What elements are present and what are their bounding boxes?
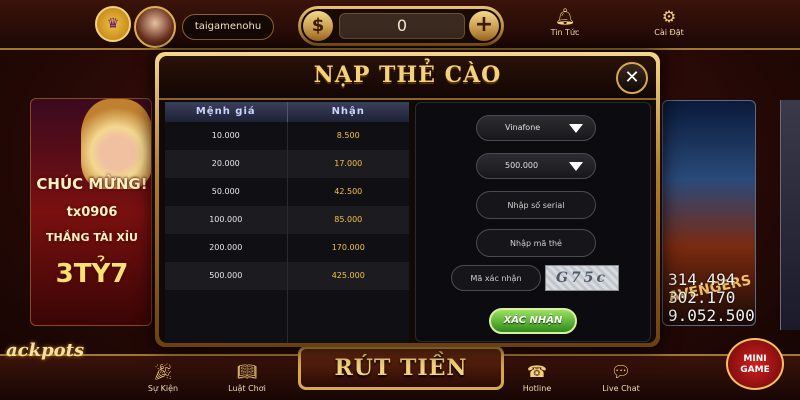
balance-bar: $ 0 + (298, 6, 504, 46)
settings-button[interactable]: ⚙ Cài Đặt (636, 6, 702, 46)
jackpot-value-2: 302.170 (668, 288, 736, 307)
chat-icon: 💬︎ (610, 362, 632, 381)
next-game-banner[interactable] (780, 100, 800, 330)
news-button[interactable]: 🔔︎ Tin Tức (532, 6, 598, 46)
table-row: 500.000 425.000 (165, 262, 409, 290)
settings-label: Cài Đặt (654, 28, 684, 37)
events-button[interactable]: 🎉︎ Sự Kiện (128, 360, 198, 400)
captcha-input[interactable] (451, 265, 541, 291)
rate-table: Mệnh giá Nhận 10.000 8.500 20.000 17.000… (165, 102, 409, 343)
serial-input[interactable] (476, 191, 596, 219)
carrier-selected-value: Vinafone (505, 123, 541, 132)
game-logo: ♛ (95, 6, 131, 42)
confirm-button[interactable]: XÁC NHẬN (489, 308, 577, 334)
carrier-select[interactable]: Vinafone (476, 115, 596, 141)
promo-username-text: tx0906 (66, 205, 118, 220)
denomination-cell: 500.000 (165, 262, 288, 290)
card-code-input[interactable] (476, 229, 596, 257)
topup-form: Vinafone 500.000 (415, 102, 651, 342)
received-cell: 17.000 (334, 159, 363, 168)
captcha-image[interactable]: G75c (545, 265, 619, 291)
winner-promo-banner[interactable]: CHÚC MỪNG! tx0906 THẮNG TÀI XỈU 3TỶ7 (30, 98, 152, 326)
denomination-cell: 200.000 (165, 234, 288, 262)
username-label: taigamenohu (182, 14, 274, 40)
phone-icon: ☎ (527, 362, 547, 381)
livechat-label: Live Chat (602, 384, 640, 393)
chevron-down-icon (569, 124, 583, 133)
jackpot-value-3: 9.052.500 (668, 306, 755, 325)
denomination-cell: 20.000 (165, 150, 288, 178)
livechat-button[interactable]: 💬︎ Live Chat (586, 360, 656, 400)
table-row: 50.000 42.500 (165, 178, 409, 206)
modal-header: NẠP THẺ CÀO ✕ (159, 56, 656, 100)
events-label: Sự Kiện (147, 384, 179, 393)
rules-label: Luật Chơi (228, 384, 266, 393)
rules-button[interactable]: 📖︎ Luật Chơi (212, 360, 282, 400)
news-label: Tin Tức (550, 28, 580, 37)
promo-congrats-text: CHÚC MỪNG! (36, 175, 148, 193)
denomination-cell: 100.000 (165, 206, 288, 234)
modal-title: NẠP THẺ CÀO (313, 62, 502, 88)
dollar-icon[interactable]: $ (303, 11, 333, 41)
received-cell: 170.000 (331, 243, 365, 252)
table-row: 100.000 85.000 (165, 206, 409, 234)
table-row: 10.000 8.500 (165, 122, 409, 150)
balance-value: 0 (339, 13, 465, 39)
column-header-denomination: Mệnh giá (165, 102, 288, 122)
hotline-button[interactable]: ☎ Hotline (502, 360, 572, 400)
column-header-received: Nhận (331, 106, 365, 117)
book-icon: 📖︎ (236, 362, 258, 381)
chevron-down-icon (569, 162, 583, 171)
table-header: Mệnh giá Nhận (165, 102, 409, 122)
amount-select[interactable]: 500.000 (476, 153, 596, 179)
promo-win-text: THẮNG TÀI XỈU (46, 231, 138, 244)
table-row: 200.000 170.000 (165, 234, 409, 262)
promo-amount-text: 3TỶ7 (55, 259, 129, 289)
hotline-label: Hotline (522, 384, 552, 393)
denomination-cell: 10.000 (165, 122, 288, 150)
user-avatar[interactable] (134, 6, 176, 48)
received-cell: 425.000 (331, 271, 365, 280)
received-cell: 85.000 (334, 215, 363, 224)
table-empty-space (165, 290, 409, 343)
topup-card-modal: NẠP THẺ CÀO ✕ Mệnh giá Nhận 10.000 8.500… (155, 52, 660, 347)
received-cell: 8.500 (336, 131, 360, 140)
table-row: 20.000 17.000 (165, 150, 409, 178)
amount-selected-value: 500.000 (505, 161, 539, 170)
denomination-cell: 50.000 (165, 178, 288, 206)
gear-icon: ⚙ (661, 7, 677, 26)
bell-icon: 🔔︎ (554, 7, 576, 26)
received-cell: 42.500 (334, 187, 363, 196)
withdraw-button[interactable]: RÚT TIỀN (298, 346, 504, 390)
add-funds-button[interactable]: + (469, 11, 499, 41)
close-button[interactable]: ✕ (616, 62, 648, 94)
party-icon: 🎉︎ (152, 362, 174, 381)
mini-game-button[interactable]: MINI GAME (726, 338, 784, 390)
jackpots-logo[interactable]: ackpots (6, 340, 84, 361)
jackpot-value-1: 314.494 (668, 270, 736, 289)
